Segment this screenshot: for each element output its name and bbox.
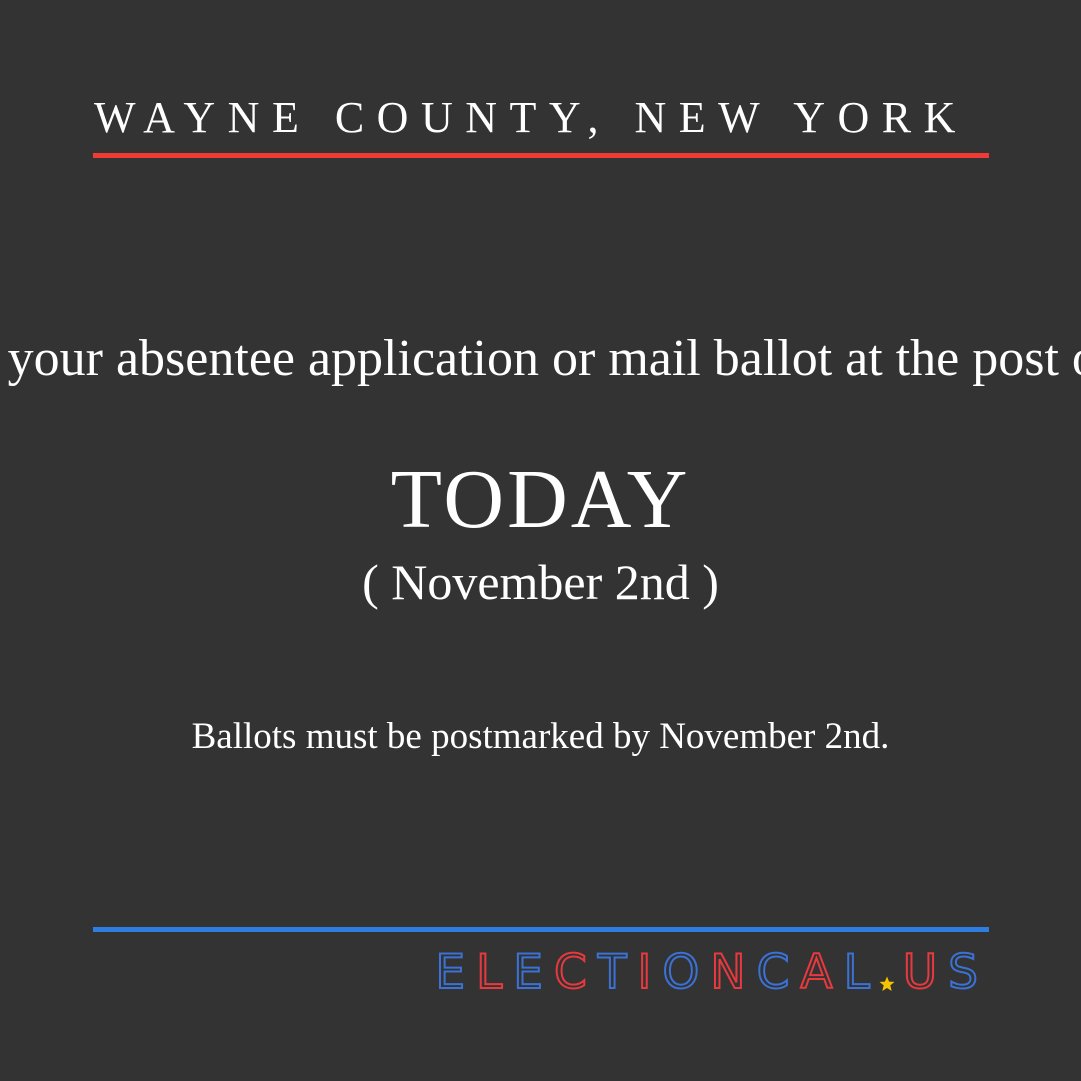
brand-letter: A bbox=[799, 945, 844, 1000]
postmark-note: Ballots must be postmarked by November 2… bbox=[191, 716, 890, 757]
bottom-divider bbox=[93, 927, 989, 932]
brand-letter: E bbox=[434, 945, 477, 1000]
county-title: WAYNE COUNTY, NEW YORK bbox=[94, 93, 968, 142]
brand-letter: O bbox=[661, 945, 711, 1000]
brand-letter: N bbox=[709, 945, 757, 1000]
brand-letter: C bbox=[756, 945, 801, 1000]
brand-name: ELECTIONCAL bbox=[434, 945, 881, 1000]
announcement-card: WAYNE COUNTY, NEW YORK Drop your absente… bbox=[0, 0, 1081, 1081]
brand-letter: U bbox=[902, 945, 949, 1000]
brand-letter: L bbox=[475, 945, 514, 1000]
brand-letter: C bbox=[553, 945, 598, 1000]
brand-letter: T bbox=[597, 945, 638, 1000]
brand-tld: US bbox=[902, 945, 989, 1000]
star-icon bbox=[879, 976, 895, 992]
instruction-text: Drop your absentee application or mail b… bbox=[0, 330, 1081, 387]
date-label: ( November 2nd ) bbox=[362, 554, 719, 610]
top-divider bbox=[93, 153, 989, 158]
brand-letter: I bbox=[637, 945, 663, 1000]
brand-letter: S bbox=[947, 945, 989, 1000]
brand-letter: L bbox=[843, 945, 881, 1000]
headline-today: TODAY bbox=[390, 453, 691, 546]
brand-letter: E bbox=[512, 945, 554, 1000]
brand-logo: ELECTIONCAL US bbox=[434, 945, 989, 1000]
